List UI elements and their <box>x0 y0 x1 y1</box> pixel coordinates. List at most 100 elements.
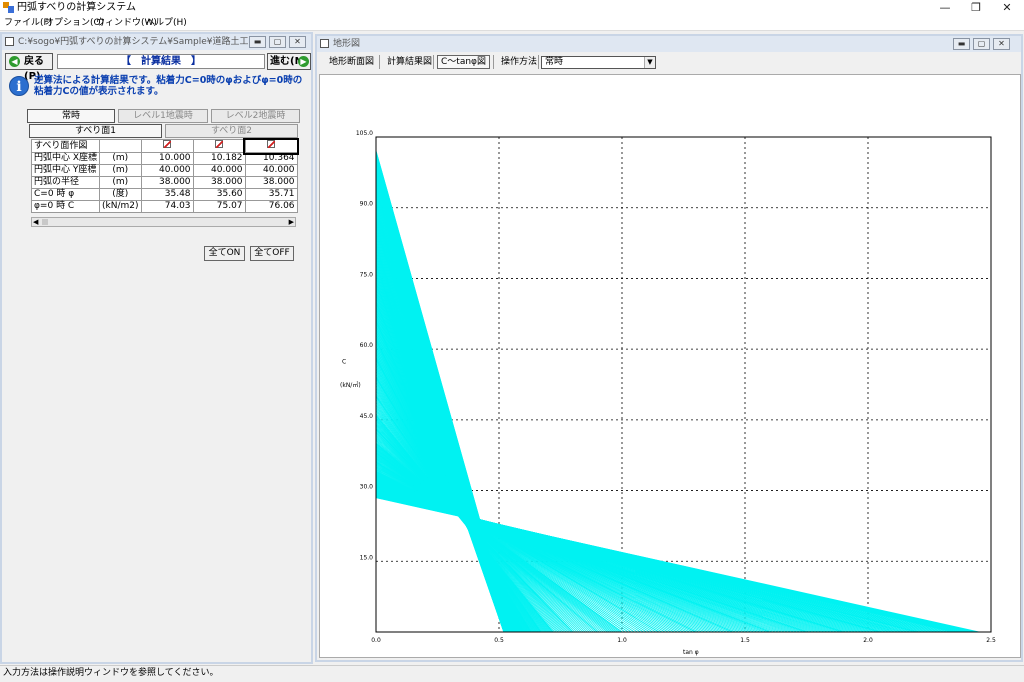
status-bar: 入力方法は操作説明ウィンドウを参照してください。 <box>0 665 1024 682</box>
toolbar-separator <box>538 55 539 69</box>
table-cell: 38.000 <box>192 176 246 189</box>
child-maximize-button[interactable]: ▢ <box>973 38 990 50</box>
window-icon <box>5 37 14 46</box>
x-tick-label: 1.0 <box>617 637 627 644</box>
app-titlebar: 円弧すべりの計算システム — ❐ ✕ <box>0 0 1024 16</box>
y-tick-label: 60.0 <box>360 342 374 349</box>
result-table: すべり面作図 円弧中心 X座標 (m) 10.000 10.182 10.364 円弧中心 … <box>30 137 300 213</box>
info-icon: i <box>9 76 29 96</box>
y-tick-label: 15.0 <box>360 554 374 561</box>
toolbar-result-figure[interactable]: 計算結果図 <box>383 55 436 69</box>
row-label: すべり面作図 <box>30 139 101 153</box>
x-tick-label: 2.5 <box>986 637 996 644</box>
tab-slip-surface-1[interactable]: すべり面1 <box>29 124 162 138</box>
restore-button[interactable]: ❐ <box>961 0 991 16</box>
scroll-right-icon[interactable]: ▶ <box>289 218 294 226</box>
table-cell: 10.000 <box>140 152 194 165</box>
toolbar-separator <box>433 55 434 69</box>
case-select-value: 常時 <box>545 57 564 67</box>
terrain-window-title: 地形図 <box>333 39 361 49</box>
table-cell: 75.07 <box>192 200 246 213</box>
tab-slip-surface-2[interactable]: すべり面2 <box>165 124 298 138</box>
toolbar-c-tanphi-figure[interactable]: C〜tanφ図 <box>437 55 490 69</box>
terrain-window: 地形図 ▬ ▢ ✕ 地形断面図 計算結果図 C〜tanφ図 操作方法 常時 ▼ … <box>315 34 1023 662</box>
c-tanphi-chart: 0.0 0.5 1.0 1.5 2.0 2.5 105.0 90.0 75.0 60.0 45.0 3… <box>319 74 1021 658</box>
child-minimize-button[interactable]: ▬ <box>953 38 970 50</box>
result-window-titlebar[interactable]: C:¥sogo¥円弧すべりの計算システム¥Sample¥道路土工 盛土工指...… <box>2 34 311 50</box>
child-close-button[interactable]: ✕ <box>289 36 306 48</box>
terrain-window-titlebar[interactable]: 地形図 ▬ ▢ ✕ <box>317 36 1021 52</box>
child-minimize-button[interactable]: ▬ <box>249 36 266 48</box>
table-row: C=0 時 φ (度) 35.48 35.60 35.71 <box>30 188 298 201</box>
row-unit: (m) <box>99 164 142 177</box>
all-off-button[interactable]: 全てOFF <box>250 246 294 261</box>
toolbar-terrain-section[interactable]: 地形断面図 <box>325 55 378 69</box>
table-cell: 38.000 <box>140 176 194 189</box>
row-label: C=0 時 φ <box>30 188 101 201</box>
menu-help[interactable]: ヘルプ(H) <box>146 17 187 30</box>
result-window: C:¥sogo¥円弧すべりの計算システム¥Sample¥道路土工 盛土工指...… <box>0 32 313 664</box>
tab-normal[interactable]: 常時 <box>27 109 115 123</box>
x-tick-label: 0.0 <box>371 637 381 644</box>
calc-result-title: 【 計算結果 】 <box>57 54 265 69</box>
table-row: φ=0 時 C (kN/m2) 74.03 75.07 76.06 <box>30 200 298 213</box>
table-scrollbar[interactable]: ◀ ▶ <box>31 217 296 227</box>
y-tick-label: 90.0 <box>360 201 374 208</box>
chart-axes <box>375 136 992 633</box>
series-line <box>375 377 532 633</box>
x-tick-label: 2.0 <box>863 637 873 644</box>
row-label: φ=0 時 C <box>30 200 101 213</box>
y-axis-label: C <box>342 358 346 365</box>
series-line <box>375 475 733 633</box>
table-cell: 10.182 <box>192 152 246 165</box>
table-row: 円弧の半径 (m) 38.000 38.000 38.000 <box>30 176 298 189</box>
x-tick-label: 1.5 <box>740 637 750 644</box>
checkbox-checked-icon[interactable] <box>267 140 276 148</box>
forward-arrow-icon: ▶ <box>298 56 309 67</box>
checkbox-checked-icon[interactable] <box>215 140 224 148</box>
chart-grid <box>376 137 991 632</box>
series-line <box>375 497 979 633</box>
table-cell: 35.48 <box>140 188 194 201</box>
all-on-button[interactable]: 全てON <box>204 246 245 261</box>
x-tick-label: 0.5 <box>494 637 504 644</box>
close-button[interactable]: ✕ <box>992 0 1022 16</box>
result-window-title: C:¥sogo¥円弧すべりの計算システム¥Sample¥道路土工 盛土工指... <box>18 37 248 47</box>
draw-checkbox[interactable] <box>243 137 300 155</box>
info-message: 逆算法による計算結果です。粘着力C=0時のφおよびφ=0時の粘着力Cの値が表示さ… <box>34 75 303 97</box>
back-button[interactable]: ◀ 戻る(P) <box>5 53 53 82</box>
table-row: 円弧中心 Y座標 (m) 40.000 40.000 40.000 <box>30 164 298 177</box>
table-cell: 76.06 <box>244 200 298 213</box>
child-close-button[interactable]: ✕ <box>993 38 1010 50</box>
back-arrow-icon: ◀ <box>9 56 20 67</box>
table-cell: 10.364 <box>244 152 298 165</box>
checkbox-checked-icon[interactable] <box>163 140 172 148</box>
tab-level1[interactable]: レベル1地震時 <box>118 109 208 123</box>
scroll-left-icon[interactable]: ◀ <box>33 218 38 226</box>
draw-checkbox[interactable] <box>140 139 194 153</box>
draw-checkbox[interactable] <box>192 139 246 153</box>
table-cell: 35.60 <box>192 188 246 201</box>
toolbar-separator <box>379 55 380 69</box>
table-row: 円弧中心 X座標 (m) 10.000 10.182 10.364 <box>30 152 298 165</box>
table-cell: 40.000 <box>192 164 246 177</box>
row-label: 円弧中心 X座標 <box>30 152 101 165</box>
app-icon <box>3 2 14 13</box>
forward-button[interactable]: 進む(N) ▶ <box>267 53 311 70</box>
toolbar-operation-guide[interactable]: 操作方法 <box>497 55 541 69</box>
minimize-button[interactable]: — <box>930 0 960 16</box>
chevron-down-icon[interactable]: ▼ <box>644 57 655 68</box>
scroll-thumb[interactable] <box>42 219 48 225</box>
series-line <box>375 443 598 633</box>
y-axis-unit: (kN/㎡) <box>340 381 361 389</box>
chart-svg: 0.0 0.5 1.0 1.5 2.0 2.5 105.0 90.0 75.0 60.0 45.0 3… <box>340 130 996 656</box>
case-select[interactable]: 常時 ▼ <box>541 56 656 69</box>
window-icon <box>320 39 329 48</box>
y-tick-label: 45.0 <box>360 413 374 420</box>
row-unit <box>99 139 142 153</box>
child-maximize-button[interactable]: ▢ <box>269 36 286 48</box>
mdi-workspace: C:¥sogo¥円弧すべりの計算システム¥Sample¥道路土工 盛土工指...… <box>0 31 1024 665</box>
row-unit: (m) <box>99 176 142 189</box>
tab-level2[interactable]: レベル2地震時 <box>211 109 300 123</box>
series-line <box>375 414 554 633</box>
